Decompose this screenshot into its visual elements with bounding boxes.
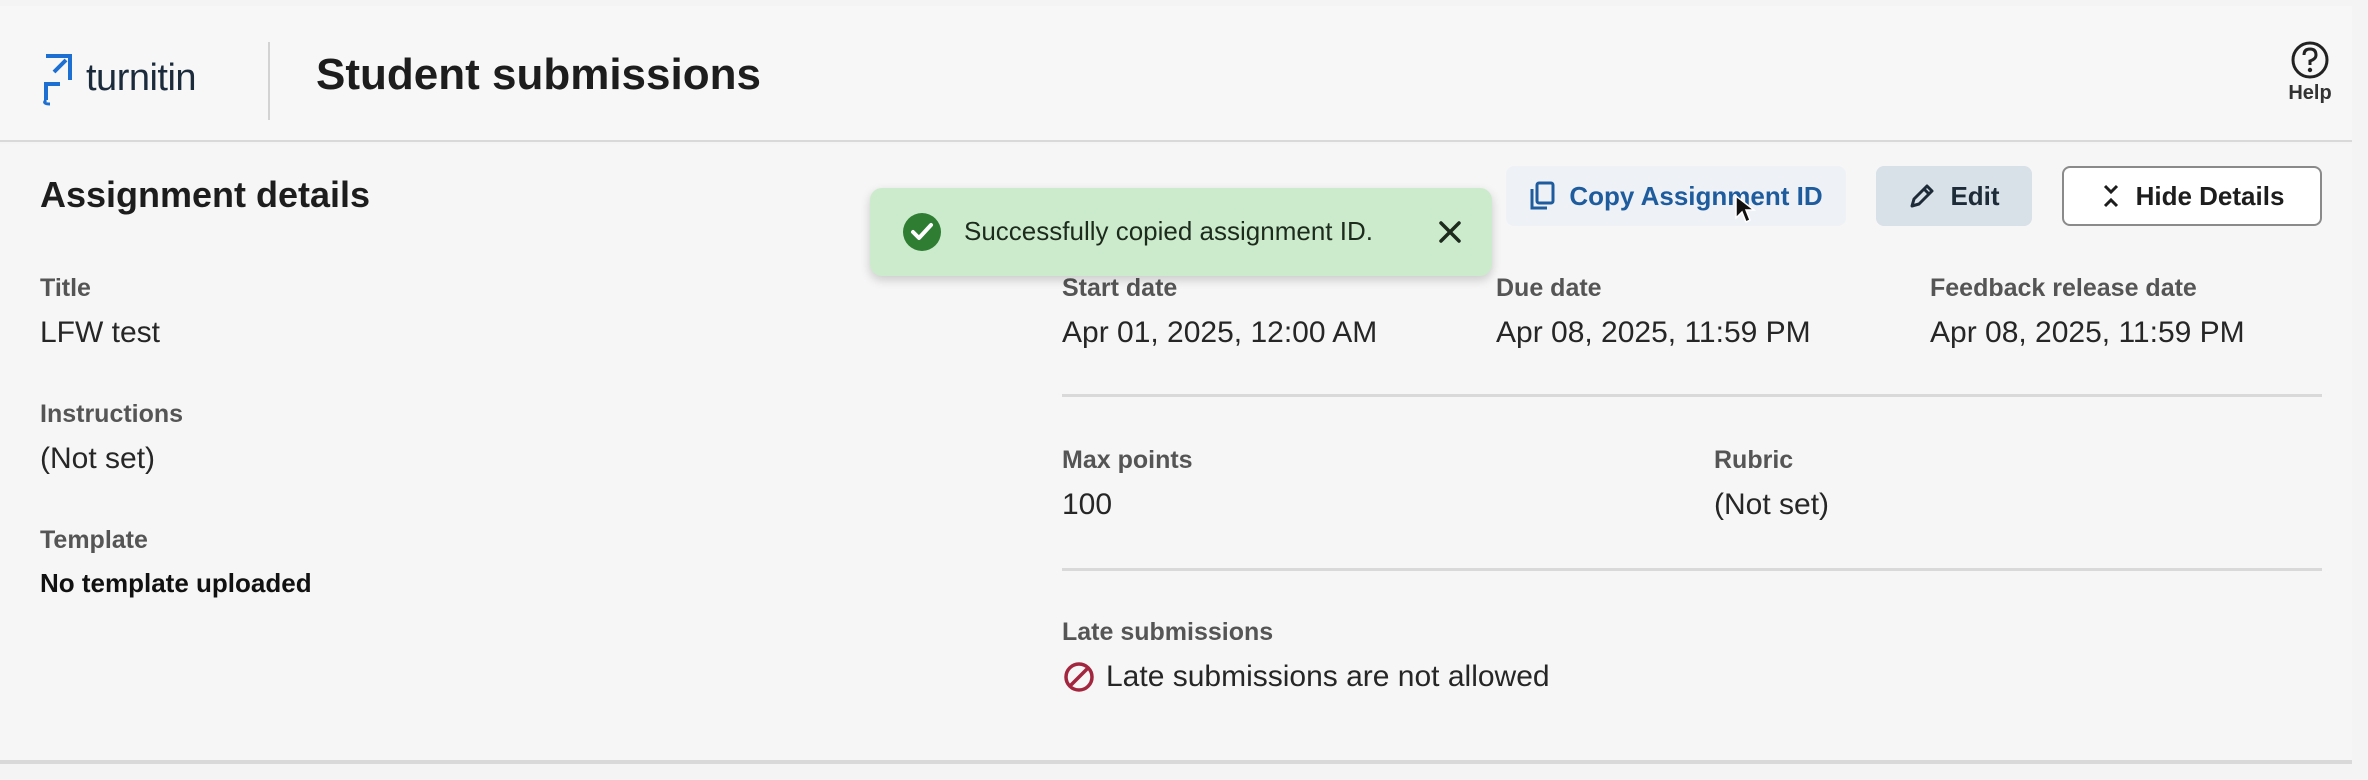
check-circle-icon — [903, 213, 941, 251]
edit-label: Edit — [1950, 180, 2000, 211]
mouse-cursor-icon — [1735, 194, 1756, 224]
instructions-label: Instructions — [40, 400, 184, 428]
title-value: LFW test — [40, 316, 161, 349]
help-label: Help — [2288, 82, 2332, 104]
start-date-value: Apr 01, 2025, 12:00 AM — [1062, 316, 1378, 349]
toast-message: Successfully copied assignment ID. — [964, 216, 1373, 246]
turnitin-logo-icon — [43, 54, 72, 106]
start-date-label: Start date — [1062, 274, 1178, 302]
max-points-label: Max points — [1062, 446, 1193, 474]
hide-details-button[interactable]: Hide Details — [2062, 166, 2322, 226]
due-date-value: Apr 08, 2025, 11:59 PM — [1496, 316, 1811, 349]
late-submissions-value: Late submissions are not allowed — [1106, 660, 1550, 693]
close-icon[interactable] — [1432, 214, 1468, 250]
top-header: turnitin Student submissions Help — [0, 6, 2352, 142]
turnitin-logo[interactable]: turnitin — [40, 50, 197, 106]
header-divider — [268, 42, 270, 120]
hide-details-label: Hide Details — [2135, 180, 2285, 211]
pencil-icon — [1910, 184, 1934, 208]
feedback-release-label: Feedback release date — [1930, 274, 2197, 302]
rubric-label: Rubric — [1714, 446, 1794, 474]
template-value: No template uploaded — [40, 568, 312, 598]
page-title: Student submissions — [316, 50, 761, 99]
collapse-icon — [2103, 184, 2118, 208]
brand-name: turnitin — [86, 56, 197, 99]
section-title: Assignment details — [40, 174, 371, 215]
instructions-value: (Not set) — [40, 442, 156, 475]
feedback-release-value: Apr 08, 2025, 11:59 PM — [1930, 316, 2245, 349]
max-points-value: 100 — [1062, 488, 1113, 521]
due-date-label: Due date — [1496, 274, 1602, 302]
divider — [1062, 568, 2322, 571]
template-label: Template — [40, 526, 148, 554]
success-toast: Successfully copied assignment ID. — [870, 188, 1492, 276]
help-button[interactable]: Help — [2284, 40, 2336, 105]
rubric-value: (Not set) — [1714, 488, 1830, 521]
copy-assignment-id-label: Copy Assignment ID — [1569, 180, 1823, 211]
not-allowed-icon — [1064, 662, 1094, 692]
app-frame: turnitin Student submissions Help Assign… — [0, 0, 2368, 780]
copy-assignment-id-button[interactable]: Copy Assignment ID — [1506, 166, 1846, 226]
help-icon — [2291, 41, 2329, 79]
copy-icon — [1530, 181, 1555, 210]
edit-button[interactable]: Edit — [1876, 166, 2032, 226]
title-label: Title — [40, 274, 91, 302]
divider — [1062, 394, 2322, 397]
late-submissions-label: Late submissions — [1062, 618, 1274, 646]
late-submissions-status: Late submissions are not allowed — [1062, 660, 1550, 694]
